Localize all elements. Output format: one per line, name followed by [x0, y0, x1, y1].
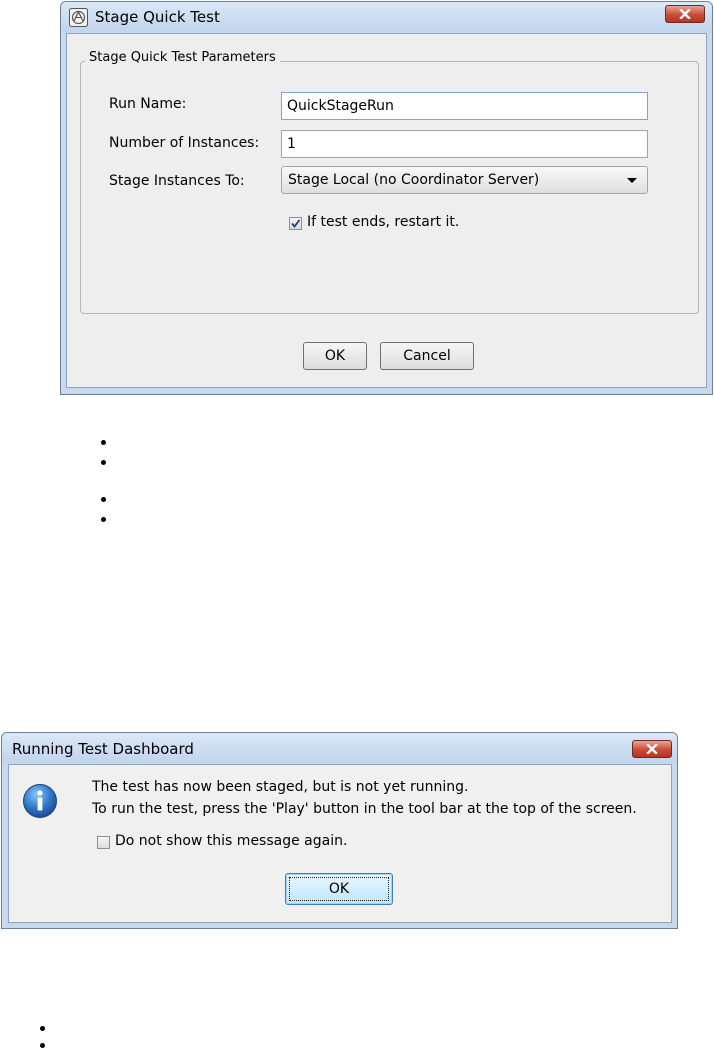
running-test-dashboard-dialog: Running Test Dashboard The test has now …: [1, 732, 678, 929]
ok-button-label: OK: [328, 881, 350, 897]
bullet-point: [101, 497, 106, 502]
close-button[interactable]: [632, 740, 672, 758]
page: Stage Quick Test Stage Quick Test Parame…: [0, 0, 714, 1051]
message-line-2: To run the test, press the 'Play' button…: [92, 801, 637, 817]
stage-quick-test-app-icon: [69, 8, 88, 27]
instances-label: Number of Instances:: [109, 135, 260, 151]
ok-button[interactable]: OK: [285, 873, 393, 905]
close-button[interactable]: [665, 5, 705, 23]
run-name-input[interactable]: [281, 92, 648, 120]
restart-checkbox-label: If test ends, restart it.: [307, 214, 460, 230]
close-icon: [646, 744, 658, 754]
bullet-point: [101, 440, 106, 445]
close-icon: [679, 9, 691, 19]
dont-show-checkbox-label: Do not show this message again.: [115, 833, 348, 849]
window-title: Running Test Dashboard: [12, 740, 194, 758]
restart-checkbox[interactable]: [289, 217, 302, 230]
ok-button[interactable]: OK: [303, 342, 367, 370]
bullet-point: [40, 1026, 45, 1031]
stage-to-selected-value: Stage Local (no Coordinator Server): [288, 172, 540, 188]
dialog-content: The test has now been staged, but is not…: [8, 764, 672, 923]
title-bar[interactable]: Stage Quick Test: [61, 2, 712, 32]
bullet-point: [101, 460, 106, 465]
dont-show-checkbox[interactable]: [97, 836, 110, 849]
cancel-button[interactable]: Cancel: [380, 342, 474, 370]
bullet-point: [40, 1043, 45, 1048]
ok-button-label: OK: [324, 348, 346, 364]
group-title: Stage Quick Test Parameters: [85, 50, 280, 65]
message-line-1: The test has now been staged, but is not…: [92, 779, 469, 795]
dialog-content: Stage Quick Test Parameters Run Name: Nu…: [66, 33, 707, 388]
stage-to-label: Stage Instances To:: [109, 173, 245, 189]
info-icon: [23, 784, 57, 818]
checkmark-icon: [291, 219, 301, 228]
run-name-label: Run Name:: [109, 96, 187, 112]
title-bar[interactable]: Running Test Dashboard: [2, 733, 677, 763]
instances-input[interactable]: [281, 130, 648, 158]
bullet-point: [101, 517, 106, 522]
cancel-button-label: Cancel: [403, 348, 451, 364]
window-title: Stage Quick Test: [95, 8, 220, 26]
stage-to-dropdown[interactable]: Stage Local (no Coordinator Server): [281, 166, 648, 194]
stage-quick-test-dialog: Stage Quick Test Stage Quick Test Parame…: [60, 1, 713, 395]
chevron-down-icon: [627, 178, 637, 183]
